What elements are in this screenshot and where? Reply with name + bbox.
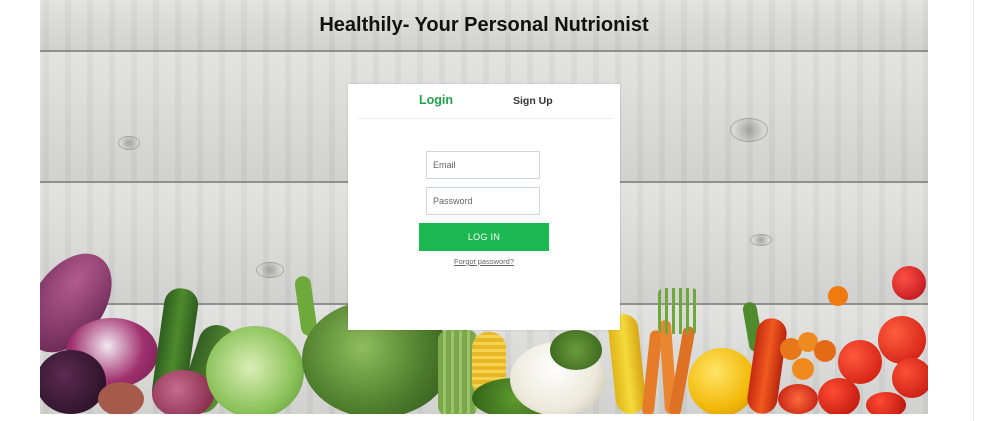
wood-knot	[730, 118, 768, 142]
hero-background: Healthily- Your Personal Nutrionist Logi…	[40, 0, 928, 414]
potato-image	[98, 382, 144, 414]
login-card: Login Sign Up LOG IN Forgot password?	[348, 84, 620, 330]
tomato-image	[778, 384, 818, 414]
yellow-pepper-image	[688, 348, 756, 414]
wood-knot	[118, 136, 140, 150]
onion-image	[152, 370, 214, 414]
leaf-image	[550, 330, 602, 370]
forgot-password-link[interactable]: Forgot password?	[348, 257, 620, 266]
auth-tabs: Login Sign Up	[358, 84, 612, 119]
tomato-image	[838, 340, 882, 384]
password-field[interactable]	[426, 187, 540, 215]
login-button[interactable]: LOG IN	[419, 223, 549, 251]
cherry-tomato-image	[828, 286, 848, 306]
tomato-image	[866, 392, 906, 414]
carrot-greens-image	[658, 288, 698, 334]
wood-knot	[750, 234, 772, 246]
cabbage-image	[206, 326, 304, 414]
page-title: Healthily- Your Personal Nutrionist	[319, 14, 649, 36]
tab-login[interactable]: Login	[419, 93, 453, 107]
cherry-tomato-image	[792, 358, 814, 380]
red-chili-image	[892, 266, 926, 300]
tomato-image	[878, 316, 926, 364]
tab-signup[interactable]: Sign Up	[513, 95, 553, 107]
cherry-tomato-image	[814, 340, 836, 362]
wood-knot	[256, 262, 284, 278]
email-field[interactable]	[426, 151, 540, 179]
tomato-image	[892, 358, 928, 398]
page-divider	[973, 0, 974, 421]
tomato-image	[818, 378, 860, 414]
